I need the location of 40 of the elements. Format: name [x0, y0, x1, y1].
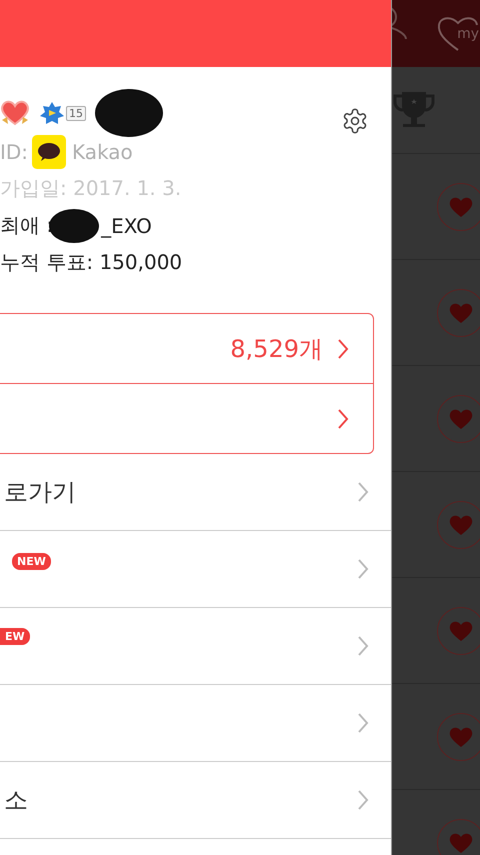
heart-icon	[449, 726, 473, 748]
vote-button[interactable]	[437, 606, 480, 654]
heart-icon	[449, 302, 473, 324]
chevron-icon	[357, 712, 369, 734]
vote-button[interactable]	[437, 394, 480, 442]
level-number: 15	[66, 106, 86, 120]
login-provider: Kakao	[72, 140, 133, 164]
count-value: 8,529개	[230, 334, 323, 364]
redaction-mark	[94, 88, 164, 138]
vote-button[interactable]	[437, 288, 480, 336]
vote-button[interactable]	[437, 500, 480, 548]
settings-icon[interactable]	[341, 107, 369, 135]
total-votes: 누적 투표: 150,000	[0, 249, 182, 276]
vote-button[interactable]	[437, 182, 480, 230]
chevron-icon	[357, 558, 369, 580]
my-favorite-button[interactable]: my	[436, 14, 480, 54]
heart-badge-icon	[0, 100, 30, 126]
menu-item[interactable]: EW	[0, 608, 391, 685]
kakao-icon	[32, 134, 66, 168]
chevron-icon	[357, 789, 369, 811]
heart-icon	[449, 514, 473, 536]
chevron-icon	[337, 408, 349, 430]
new-badge: EW	[0, 628, 30, 645]
menu-item[interactable]: 로가기	[0, 454, 391, 531]
menu-item[interactable]: 소	[0, 762, 391, 839]
heart-icon	[449, 196, 473, 218]
chevron-icon	[357, 635, 369, 657]
chevron-icon	[337, 338, 349, 360]
redaction-mark	[49, 208, 100, 242]
new-badge: NEW	[12, 553, 51, 570]
heart-icon	[449, 620, 473, 642]
menu-item[interactable]: NEW	[0, 531, 391, 608]
chevron-icon	[357, 481, 369, 503]
favorite-name: _EXO	[101, 214, 152, 238]
id-label: ID:	[0, 140, 28, 164]
menu-label: 소	[3, 785, 28, 816]
menu-label: 로가기	[3, 477, 76, 508]
heart-icon	[449, 408, 473, 430]
heart-icon	[449, 832, 473, 854]
vote-button[interactable]	[437, 712, 480, 760]
